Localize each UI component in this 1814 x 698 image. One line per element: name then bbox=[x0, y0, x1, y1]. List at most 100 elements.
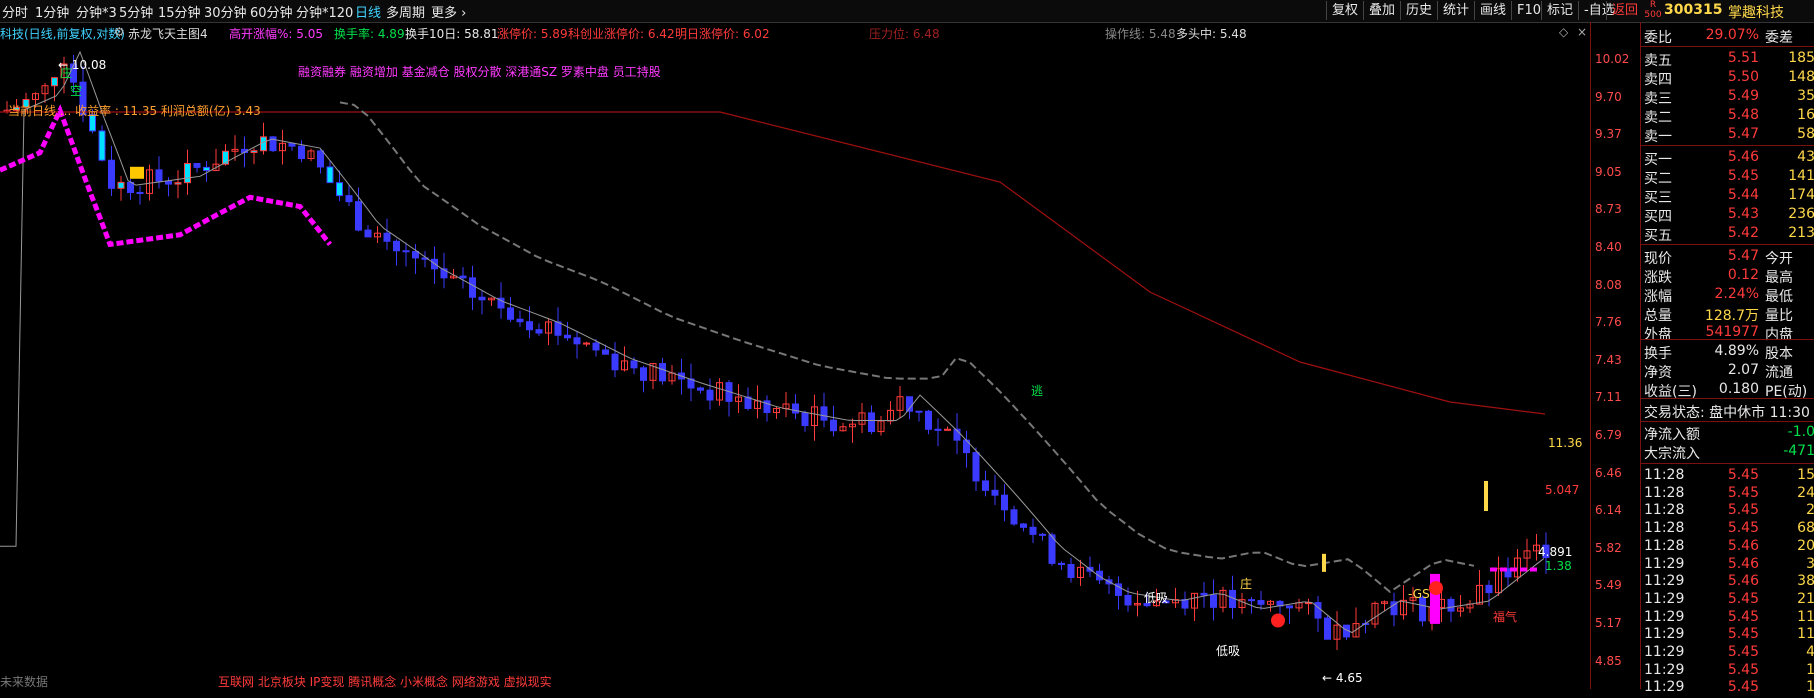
candle-body bbox=[1419, 597, 1426, 622]
candle-body bbox=[697, 387, 704, 391]
open-rise: 高开涨幅%: 5.05 bbox=[229, 27, 323, 41]
candle-body bbox=[611, 353, 619, 371]
tab-30min[interactable]: 30分钟 bbox=[204, 2, 247, 21]
buy-level-row: 买四 5.43 236 bbox=[1644, 206, 1814, 225]
candle-body bbox=[1485, 584, 1493, 594]
candle-body bbox=[193, 162, 201, 168]
candle-body bbox=[1067, 564, 1075, 578]
turnover-10d: 换手10日: 58.81 bbox=[405, 27, 499, 41]
signal-dot bbox=[1429, 581, 1443, 596]
price-axis: 10.02 9.70 9.37 9.05 8.73 8.40 8.08 7.76 7.43 7.1… bbox=[1590, 22, 1641, 689]
diamond-icon[interactable]: ◇ bbox=[1559, 25, 1568, 39]
candle-body bbox=[250, 150, 258, 154]
signal-block bbox=[130, 166, 144, 179]
tab-5min[interactable]: 5分钟 bbox=[119, 2, 153, 21]
candle-body bbox=[393, 240, 400, 252]
candle-body bbox=[136, 192, 144, 195]
candle-body bbox=[345, 195, 353, 203]
candle-body bbox=[554, 321, 562, 336]
escape-label: 逃 bbox=[1031, 384, 1044, 398]
candle-body bbox=[155, 169, 163, 182]
resistance-line bbox=[0, 111, 1546, 415]
candle-body bbox=[868, 412, 875, 433]
candle-body bbox=[1257, 600, 1265, 605]
candle-body bbox=[982, 480, 989, 491]
tab-multi-period[interactable]: 多周期 bbox=[386, 2, 425, 21]
tab-120min[interactable]: 分钟*120 bbox=[296, 2, 353, 21]
candle-body bbox=[792, 403, 799, 414]
overlay-button[interactable]: 叠加 bbox=[1363, 1, 1400, 20]
tab-3min[interactable]: 分钟*3 bbox=[76, 2, 117, 21]
signal-bar bbox=[1484, 480, 1488, 511]
candle-body bbox=[1010, 509, 1018, 525]
sell-level-row: 卖五 5.51 185 bbox=[1644, 50, 1814, 69]
candle-body bbox=[478, 296, 486, 301]
y-tick-label: 9.70 bbox=[1595, 89, 1622, 104]
right-price-label: 4.891 bbox=[1538, 545, 1573, 559]
candle-body bbox=[830, 419, 837, 432]
trade-status: 交易状态: 盘中休市 11:30 bbox=[1644, 405, 1810, 421]
mark-button[interactable]: 标记 bbox=[1541, 1, 1578, 20]
candle-body bbox=[1181, 599, 1189, 609]
candle-body bbox=[564, 334, 571, 339]
candle-body bbox=[1001, 494, 1008, 511]
candle-body bbox=[1210, 594, 1217, 608]
candle-body bbox=[317, 150, 324, 168]
candle-body bbox=[640, 367, 647, 381]
bull-status: 多头中: 5.48 bbox=[1176, 27, 1247, 41]
candle-body bbox=[165, 180, 172, 185]
back-button[interactable]: 返回 bbox=[1606, 1, 1643, 20]
candle-body bbox=[336, 182, 343, 197]
y-tick-label: 5.17 bbox=[1595, 616, 1622, 630]
period-toolbar: 分时 1分钟 分钟*3 5分钟 15分钟 30分钟 60分钟 分钟*120 日线… bbox=[0, 0, 1814, 23]
stats-button[interactable]: 统计 bbox=[1437, 1, 1474, 20]
y-tick-label: 5.82 bbox=[1595, 540, 1622, 555]
signal-dot bbox=[1271, 613, 1285, 628]
tick-row: 11:29 5.45 11 bbox=[1644, 608, 1814, 625]
candle-body bbox=[288, 142, 296, 147]
quote-stat-row: 涨跌 0.12 最高 bbox=[1644, 267, 1793, 286]
y-tick-label: 5.49 bbox=[1595, 578, 1622, 593]
tab-fenshi[interactable]: 分时 bbox=[2, 2, 28, 21]
candle-body bbox=[127, 181, 134, 194]
tick-row: 11:29 5.45 11 bbox=[1644, 626, 1814, 643]
history-button[interactable]: 历史 bbox=[1400, 1, 1437, 20]
pressure-level: 压力位: 6.48 bbox=[869, 27, 940, 41]
draw-line-button[interactable]: 画线 bbox=[1474, 1, 1511, 20]
candle-body bbox=[459, 275, 467, 279]
candle-body bbox=[203, 166, 210, 172]
candle-body bbox=[972, 452, 980, 482]
zhuang-label: 庄 bbox=[1240, 577, 1253, 591]
tab-15min[interactable]: 15分钟 bbox=[158, 2, 201, 21]
low-suck-label-1: 低吸 bbox=[1144, 591, 1169, 605]
y-tick-label: 9.05 bbox=[1595, 164, 1622, 179]
profit-line: 当前日线 ... 收益率 : 11.35 利润总额(亿) 3.43 bbox=[8, 104, 261, 118]
operation-line bbox=[339, 101, 1475, 594]
tab-60min[interactable]: 60分钟 bbox=[250, 2, 293, 21]
close-icon[interactable]: × bbox=[1577, 25, 1587, 39]
buy-level-row: 买一 5.46 43 bbox=[1644, 149, 1814, 168]
candle-body bbox=[364, 229, 372, 238]
quote-stat-row: 外盘 541977 内盘 bbox=[1644, 324, 1793, 343]
tab-1min[interactable]: 1分钟 bbox=[35, 2, 69, 21]
y-tick-label: 4.85 bbox=[1595, 653, 1622, 668]
settings-icon[interactable]: ⚙ bbox=[114, 25, 125, 39]
candle-body bbox=[1447, 598, 1455, 612]
kline-chart[interactable] bbox=[0, 42, 1590, 689]
fuquan-button[interactable]: 复权 bbox=[1326, 1, 1363, 20]
candle-body bbox=[298, 145, 305, 159]
candle-body bbox=[706, 389, 714, 401]
sell-level-row: 卖三 5.49 35 bbox=[1644, 88, 1814, 107]
tab-daily[interactable]: 日线 bbox=[355, 2, 381, 21]
netflow-row: 净流入额 -1.0 bbox=[1644, 424, 1814, 443]
candle-body bbox=[1020, 523, 1027, 528]
stock-code: 300315 bbox=[1664, 2, 1723, 18]
tab-more[interactable]: 更多 › bbox=[431, 2, 466, 21]
indicator-name[interactable]: 赤龙飞天主图4 bbox=[128, 25, 208, 42]
sell-level-row: 卖四 5.50 148 bbox=[1644, 69, 1814, 88]
quote-stat-row: 换手 4.89% 股本 bbox=[1644, 343, 1793, 362]
quote-stat-row: 现价 5.47 今开 bbox=[1644, 248, 1793, 267]
tick-row: 11:29 5.46 3 bbox=[1644, 555, 1814, 572]
y-tick-label: 9.37 bbox=[1595, 127, 1622, 142]
tick-row: 11:29 5.45 21 bbox=[1644, 590, 1814, 607]
